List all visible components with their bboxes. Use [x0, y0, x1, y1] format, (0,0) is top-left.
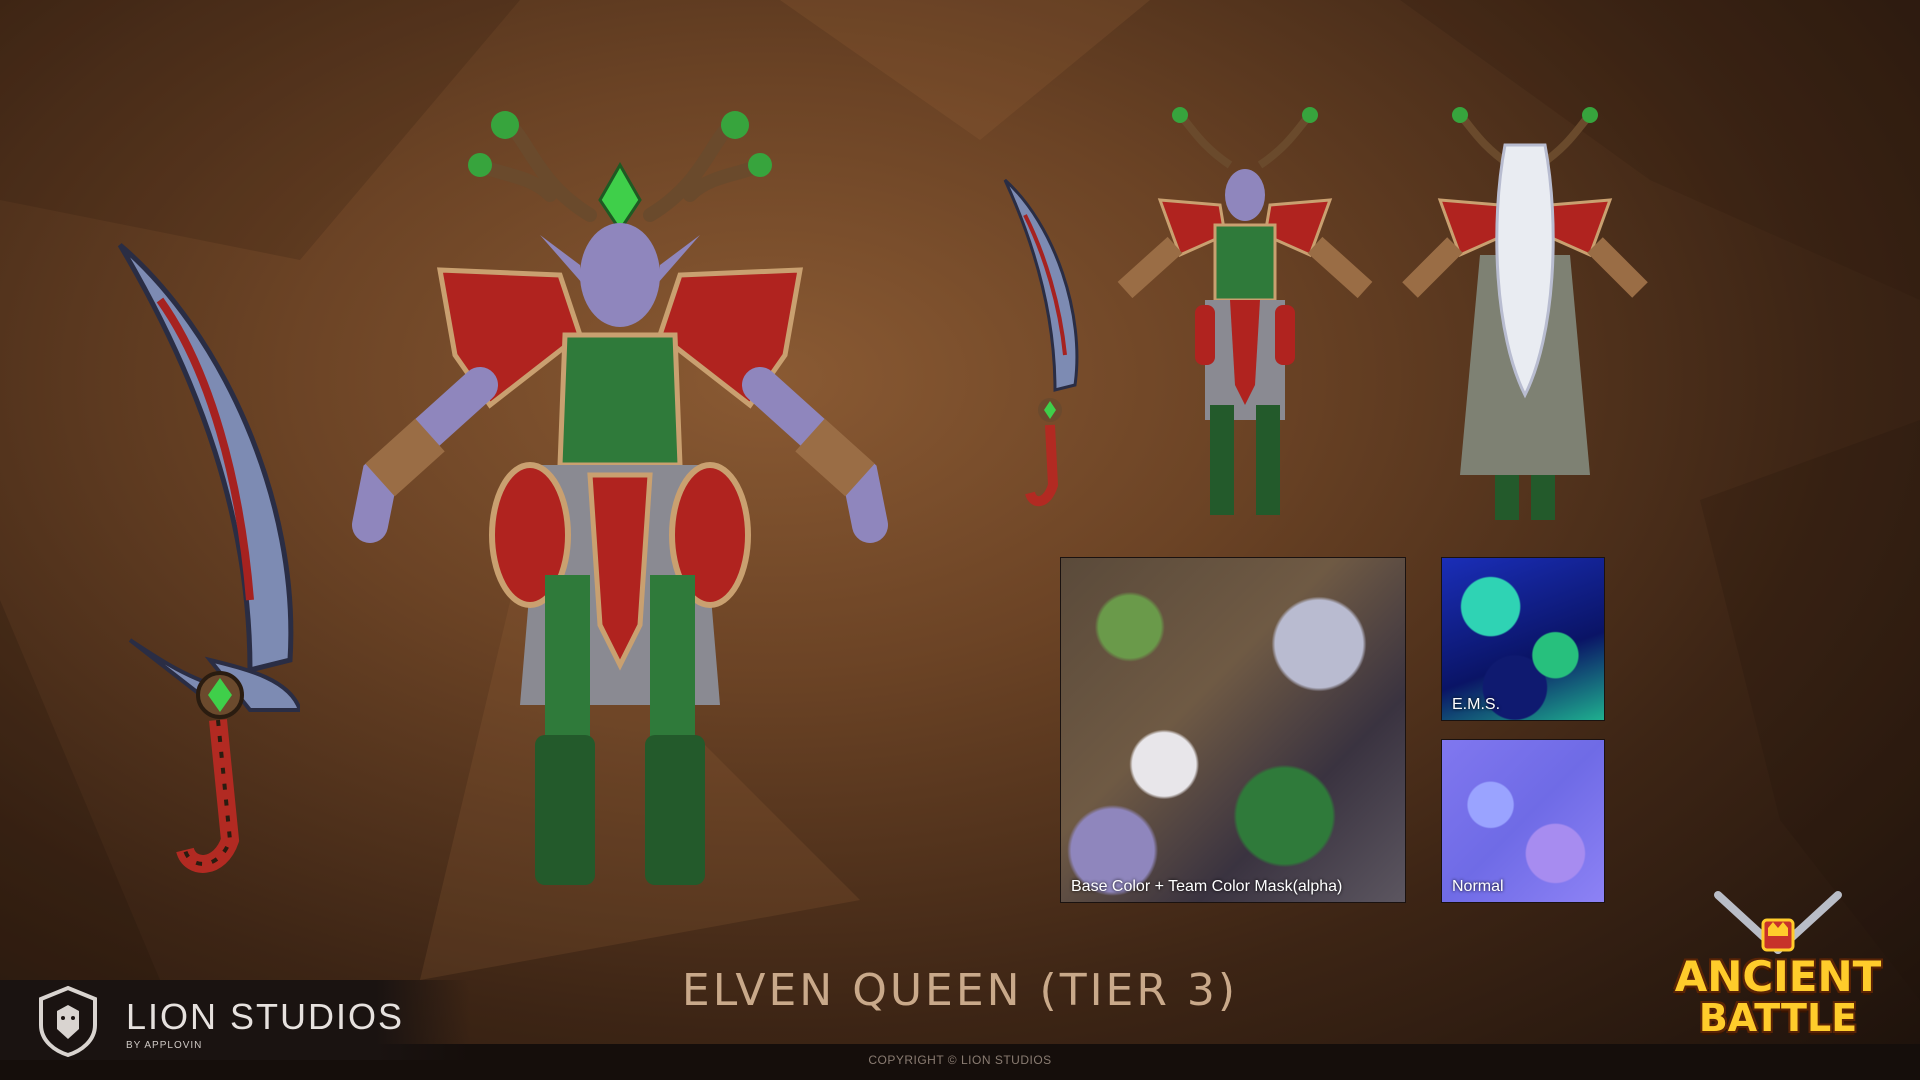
- copyright-text: COPYRIGHT © LION STUDIOS: [868, 1053, 1052, 1067]
- studio-subtitle: BY APPLOVIN: [126, 1040, 203, 1051]
- texture-normal: Normal: [1441, 739, 1605, 903]
- sword-small-illustration: [1003, 178, 1079, 507]
- game-logo-line1: ANCIENT: [1674, 952, 1882, 1001]
- game-logo-line2: BATTLE: [1698, 996, 1858, 1040]
- texture-base-color: Base Color + Team Color Mask(alpha): [1060, 557, 1406, 903]
- texture-ems: E.M.S.: [1441, 557, 1605, 721]
- ancient-battle-logo: ANCIENT BATTLE: [1668, 890, 1888, 1070]
- texture-normal-label: Normal: [1452, 878, 1504, 895]
- elven-queen-back-small: [1402, 107, 1648, 520]
- page-title: ELVEN QUEEN (TIER 3): [681, 965, 1239, 1016]
- texture-ems-label: E.M.S.: [1452, 696, 1501, 713]
- crossed-swords-icon: [1714, 891, 1842, 954]
- sword-large-illustration: [117, 243, 300, 873]
- elven-queen-front-large: [352, 111, 888, 885]
- texture-base-color-label: Base Color + Team Color Mask(alpha): [1071, 878, 1343, 895]
- elven-queen-front-small: [1117, 107, 1373, 515]
